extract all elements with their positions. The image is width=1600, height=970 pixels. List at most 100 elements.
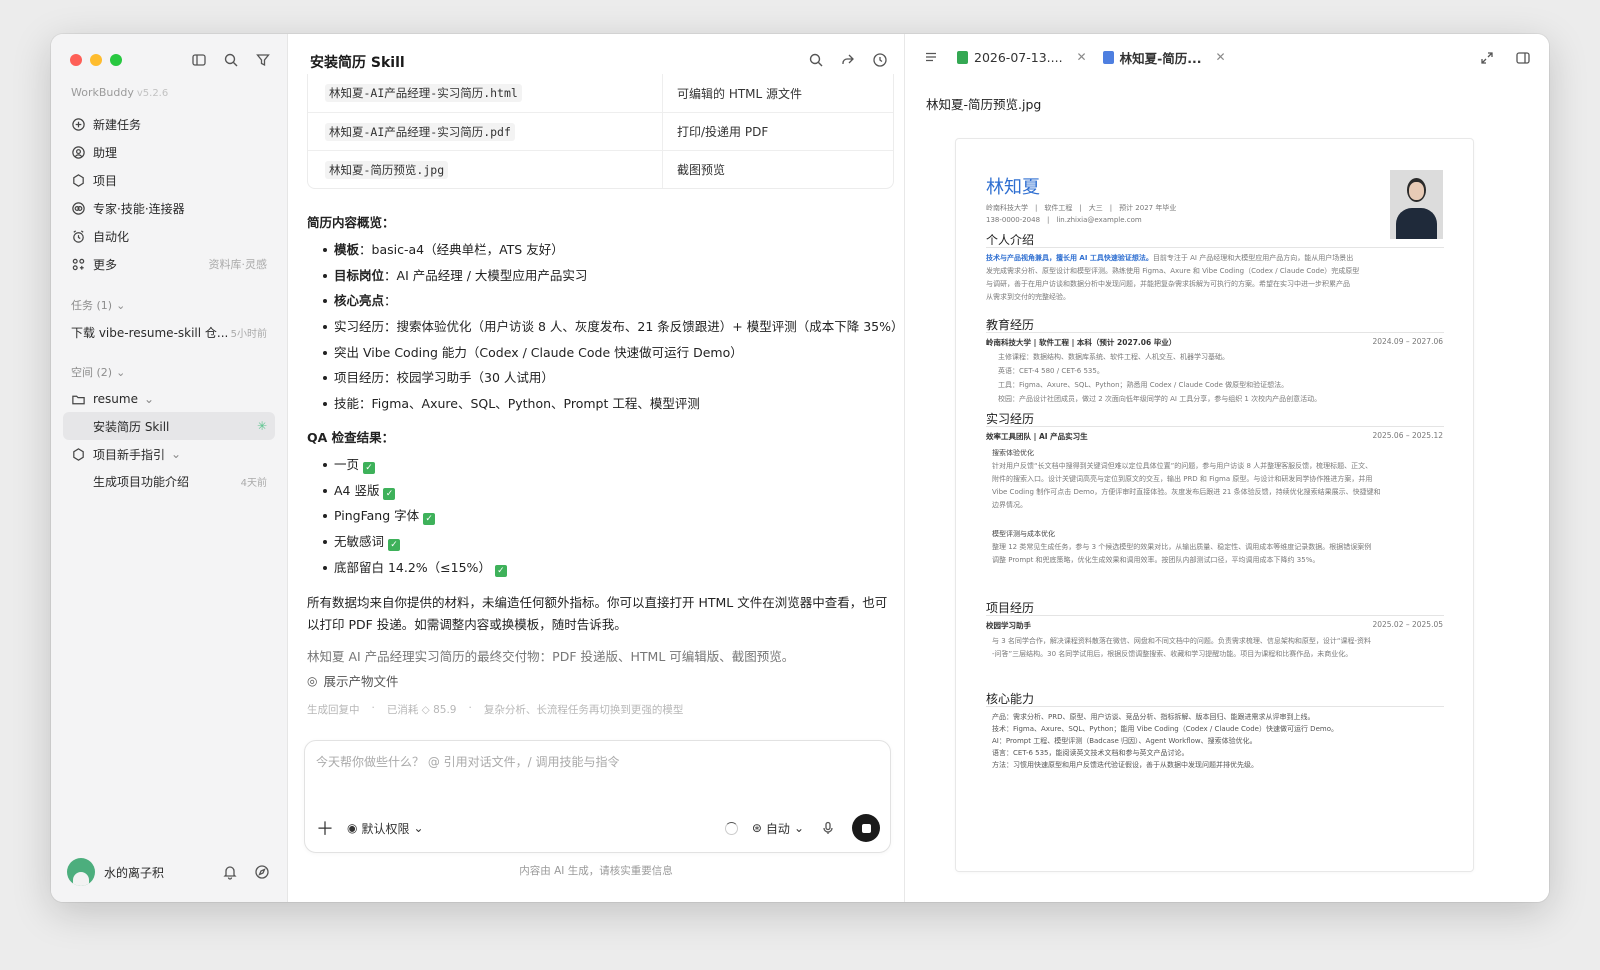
list-item: PingFang 字体 ✓: [307, 503, 897, 529]
table-row: 林知夏-简历预览.jpg 截图预览: [308, 150, 893, 188]
ai-disclaimer: 内容由 AI 生成，请核实重要信息: [519, 865, 673, 877]
file-desc: 可编辑的 HTML 源文件: [677, 86, 803, 101]
minimize-window-button[interactable]: [90, 54, 102, 66]
sidebar-toggle-icon[interactable]: [189, 50, 209, 70]
file-desc: 打印/投递用 PDF: [677, 125, 769, 139]
sidebar-item-automation[interactable]: 自动化: [63, 222, 275, 250]
add-icon[interactable]: ＋: [315, 818, 335, 840]
loading-sparkle-icon: ✳: [256, 419, 267, 433]
chevron-down-icon: ⌄: [171, 447, 182, 461]
folder-icon: [72, 395, 85, 404]
file-icon: [957, 50, 968, 64]
chat-item-install-skill[interactable]: 安装简历 Skill ✳: [63, 412, 275, 440]
permission-dropdown[interactable]: ◉ 默认权限 ⌄: [347, 820, 424, 837]
tab-markdown-file[interactable]: 2026-07-13.... ✕: [957, 46, 1087, 68]
chat-panel: 安装简历 Skill 林知夏-AI产品经理-实习简历.html 可编辑的 HTM…: [288, 34, 905, 902]
chat-item-feature-intro[interactable]: 生成项目功能介绍 4天前: [63, 467, 275, 495]
share-icon[interactable]: [838, 50, 858, 70]
list-item: 突出 Vibe Coding 能力（Codex / Claude Code 快速…: [307, 340, 897, 366]
search-icon[interactable]: [806, 50, 826, 70]
filter-icon[interactable]: [253, 50, 273, 70]
sidebar-item-projects[interactable]: 项目: [63, 166, 275, 194]
sidebar-item-label: 项目: [93, 173, 118, 188]
compass-icon[interactable]: [252, 862, 272, 882]
summary-text: 所有数据均来自你提供的材料，未编造任何额外指标。你可以直接打开 HTML 文件在…: [307, 595, 888, 633]
file-name[interactable]: 林知夏-AI产品经理-实习简历.html: [325, 84, 522, 102]
preview-panel: 2026-07-13.... ✕ 林知夏-简历... ✕ 林知夏-简历预览.jp…: [905, 34, 1549, 902]
file-name[interactable]: 林知夏-AI产品经理-实习简历.pdf: [325, 122, 515, 141]
menu-icon[interactable]: [921, 47, 941, 67]
close-tab-icon[interactable]: ✕: [1216, 50, 1226, 64]
task-item[interactable]: 下载 vibe-resume-skill 仓... 5小时前: [63, 318, 275, 346]
sidebar-item-label: 更多: [93, 257, 118, 272]
resume-name: 林知夏: [986, 177, 1040, 198]
file-desc: 截图预览: [677, 163, 726, 177]
eye-icon: ◎: [307, 673, 318, 688]
sidebar-item-experts[interactable]: 专家·技能·连接器: [63, 194, 275, 222]
image-file-icon: [1102, 50, 1114, 64]
list-item: 底部留白 14.2%（≤15%） ✓: [307, 555, 897, 581]
status-bar: 生成回复中 · 已消耗 ◇ 85.9 · 复杂分析、长流程任务再切换到更强的模型: [307, 702, 684, 717]
spaces-section-toggle[interactable]: 空间 (2) ⌄: [71, 364, 125, 380]
model-icon: ⊛: [751, 821, 762, 835]
link-icon: [72, 201, 85, 215]
check-icon: ✓: [388, 538, 401, 551]
assistant-icon: [72, 145, 85, 159]
window-controls: [70, 54, 122, 66]
sidebar-item-label: 新建任务: [93, 117, 142, 132]
list-item: 核心亮点：: [307, 288, 897, 314]
tab-resume-preview[interactable]: 林知夏-简历... ✕: [1102, 46, 1226, 68]
sidebar-item-more[interactable]: 更多 资料库·灵感: [63, 250, 275, 278]
zoom-window-button[interactable]: [110, 54, 122, 66]
stop-button[interactable]: [852, 814, 880, 842]
close-tab-icon[interactable]: ✕: [1077, 50, 1087, 64]
alarm-icon: [73, 229, 84, 243]
check-icon: ✓: [423, 513, 436, 526]
qa-list: 一页 ✓ A4 竖版 ✓ PingFang 字体 ✓ 无敏感词 ✓ 底部留白 14.2%…: [307, 452, 897, 580]
sidebar-item-new-task[interactable]: 新建任务: [63, 110, 275, 138]
check-icon: ✓: [383, 487, 396, 500]
history-icon[interactable]: [870, 50, 890, 70]
chevron-down-icon: ⌄: [143, 392, 155, 406]
show-files-button[interactable]: ◎ 展示产物文件: [307, 671, 897, 690]
microphone-icon[interactable]: [818, 818, 838, 838]
close-window-button[interactable]: [70, 54, 82, 66]
sidebar: WorkBuddy v5.2.6 新建任务 助理 项目 专家·技能·连接器 自动化: [51, 34, 288, 902]
app-version: WorkBuddy v5.2.6: [71, 86, 169, 99]
space-item-resume[interactable]: resume ⌄: [63, 385, 275, 413]
tasks-section-toggle[interactable]: 任务 (1) ⌄: [71, 297, 125, 313]
qa-heading: QA 检查结果：: [307, 429, 395, 445]
list-item: 实习经历：搜索体验优化（用户访谈 8 人、灰度发布、21 条反馈跟进）+ 模型评…: [307, 314, 903, 340]
composer[interactable]: 今天帮你做些什么？ @ 引用对话文件，/ 调用技能与指令 ＋ ◉ 默认权限 ⌄ …: [304, 740, 891, 853]
table-row: 林知夏-AI产品经理-实习简历.pdf 打印/投递用 PDF: [308, 112, 893, 150]
apps-icon: [72, 258, 85, 270]
sidebar-item-assistant[interactable]: 助理: [63, 138, 275, 166]
preview-file-title: 林知夏-简历预览.jpg: [926, 97, 1042, 112]
list-item: 项目经历：校园学习助手（30 人试用）: [307, 365, 897, 391]
bell-icon[interactable]: [220, 862, 240, 882]
model-mode-dropdown[interactable]: ⊛ 自动 ⌄: [752, 820, 804, 837]
chat-title: 安装简历 Skill: [310, 55, 405, 71]
space-item-project-guide[interactable]: 项目新手指引 ⌄: [63, 440, 275, 468]
loading-spinner-icon: [724, 821, 738, 835]
chevron-down-icon: ⌄: [793, 821, 804, 835]
panel-toggle-icon[interactable]: [1513, 48, 1533, 68]
list-item: 模板：basic-a4（经典单栏，ATS 友好）: [307, 237, 897, 263]
search-icon[interactable]: [221, 50, 241, 70]
sidebar-nav: 新建任务 助理 项目 专家·技能·连接器 自动化 更多 资料库·灵感: [63, 110, 275, 278]
shield-check-icon: ◉: [347, 821, 358, 835]
resume-image: 林知夏 岭南科技大学 | 软件工程 | 大三 | 预计 2027 年毕业 138…: [955, 138, 1474, 872]
expand-icon[interactable]: [1477, 48, 1497, 68]
check-icon: ✓: [494, 564, 507, 577]
avatar[interactable]: [67, 858, 95, 886]
sidebar-item-label: 专家·技能·连接器: [93, 201, 185, 216]
user-profile[interactable]: 水的离子积: [67, 858, 272, 886]
list-item: 目标岗位：AI 产品经理 / 大模型应用产品实习: [307, 263, 897, 289]
file-name[interactable]: 林知夏-简历预览.jpg: [325, 160, 449, 179]
resume-photo: [1390, 170, 1443, 239]
sidebar-item-label: 助理: [93, 145, 118, 160]
message-input[interactable]: 今天帮你做些什么？ @ 引用对话文件，/ 调用技能与指令: [316, 753, 620, 770]
list-item: 技能：Figma、Axure、SQL、Python、Prompt 工程、模型评测: [307, 391, 897, 417]
plus-circle-icon: [72, 117, 85, 131]
overview-heading: 简历内容概览：: [307, 215, 395, 230]
